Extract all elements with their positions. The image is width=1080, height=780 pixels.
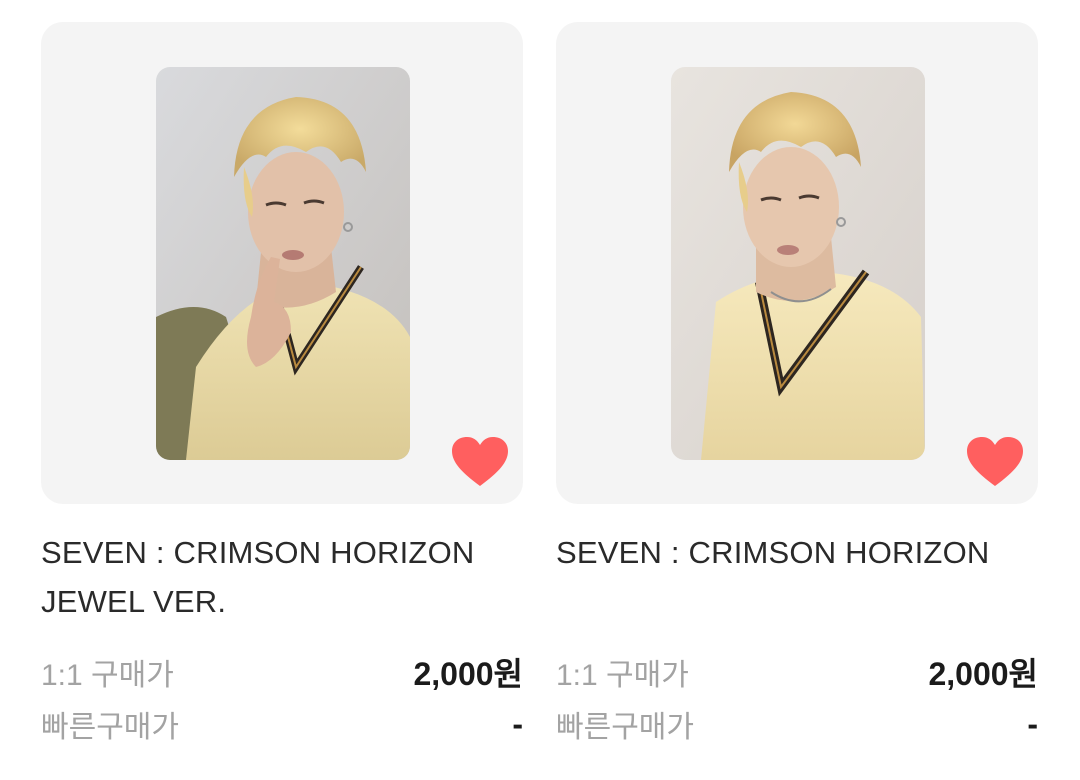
price-value-quick: - xyxy=(1027,705,1038,742)
product-title[interactable]: SEVEN : CRIMSON HORIZON JEWEL VER. xyxy=(41,528,523,626)
price-label-quick: 빠른구매가 xyxy=(41,711,179,744)
price-row-1to1: 1:1 구매가 2,000원 xyxy=(556,646,1038,698)
photocard-image[interactable] xyxy=(156,67,410,460)
price-row-quick: 빠른구매가 - xyxy=(556,698,1038,750)
price-value-quick: - xyxy=(512,705,523,742)
product-thumbnail[interactable] xyxy=(41,22,523,504)
product-title-line-1: SEVEN : CRIMSON HORIZON xyxy=(41,535,475,570)
product-card[interactable]: SEVEN : CRIMSON HORIZON 1:1 구매가 2,000원 빠… xyxy=(556,22,1038,750)
product-grid: SEVEN : CRIMSON HORIZON JEWEL VER. 1:1 구… xyxy=(0,0,1080,780)
product-title-line-1: SEVEN : CRIMSON HORIZON xyxy=(556,535,990,570)
price-label-1to1: 1:1 구매가 xyxy=(556,659,689,692)
photocard-image[interactable] xyxy=(671,67,925,460)
heart-icon[interactable] xyxy=(451,436,509,488)
price-row-quick: 빠른구매가 - xyxy=(41,698,523,750)
product-title[interactable]: SEVEN : CRIMSON HORIZON xyxy=(556,528,1038,626)
product-card[interactable]: SEVEN : CRIMSON HORIZON JEWEL VER. 1:1 구… xyxy=(41,22,523,750)
product-title-line-2: JEWEL VER. xyxy=(41,584,227,619)
price-value-1to1: 2,000원 xyxy=(928,656,1038,692)
price-label-1to1: 1:1 구매가 xyxy=(41,659,174,692)
price-label-quick: 빠른구매가 xyxy=(556,711,694,744)
price-row-1to1: 1:1 구매가 2,000원 xyxy=(41,646,523,698)
heart-icon[interactable] xyxy=(966,436,1024,488)
price-value-1to1: 2,000원 xyxy=(413,656,523,692)
product-thumbnail[interactable] xyxy=(556,22,1038,504)
